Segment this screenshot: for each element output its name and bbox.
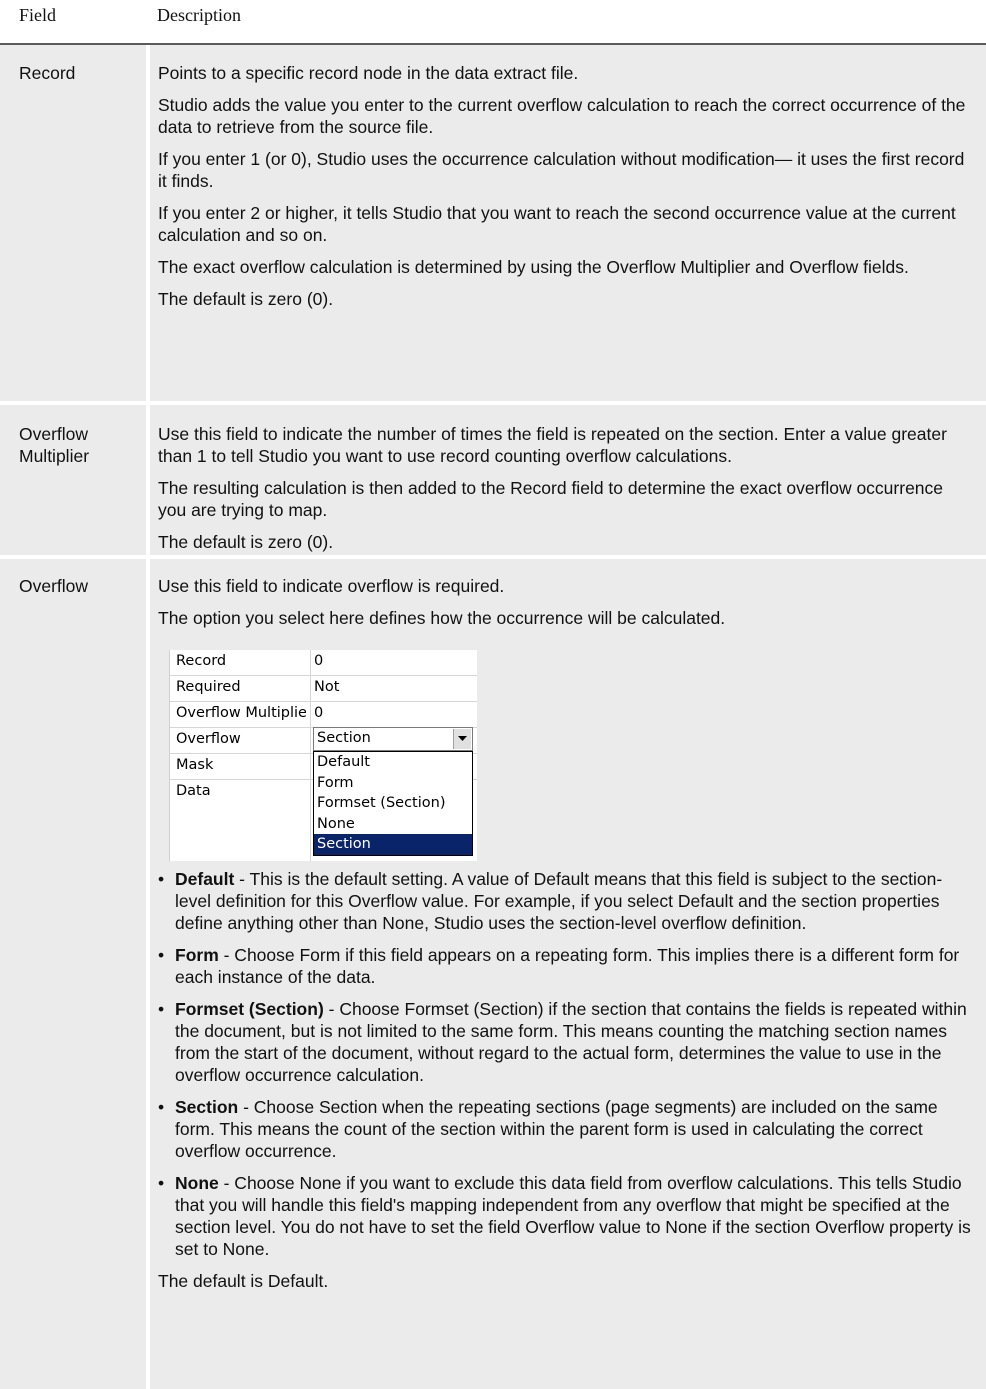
option-term: Default	[175, 869, 235, 889]
property-key: Overflow Multiplier	[176, 705, 306, 721]
option-text: - Choose Form if this field appears on a…	[175, 945, 960, 987]
property-key: Record	[176, 653, 227, 669]
paragraph: The default is zero (0).	[158, 532, 334, 552]
option-term: Form	[175, 945, 219, 965]
bullet-icon: •	[158, 1097, 165, 1117]
property-value: Not	[314, 679, 340, 695]
property-value: 0	[314, 653, 324, 669]
column-divider	[146, 45, 150, 401]
list-item: • None - Choose None if you want to excl…	[158, 1172, 973, 1260]
description-overflow-options: • Default - This is the default setting.…	[158, 868, 973, 1292]
property-key: Required	[176, 679, 241, 695]
option-term: Section	[175, 1097, 239, 1117]
list-item: • Form - Choose Form if this field appea…	[158, 944, 973, 988]
description-overflow-multiplier: Use this field to indicate the number of…	[158, 423, 973, 563]
paragraph: Points to a specific record node in the …	[158, 63, 579, 83]
dropdown-option-none[interactable]: None	[314, 814, 472, 835]
option-term: None	[175, 1173, 219, 1193]
description-record: Points to a specific record node in the …	[158, 62, 973, 320]
overflow-select[interactable]: Section	[313, 727, 473, 751]
column-header-field: Field	[19, 5, 57, 25]
property-key: Data	[176, 783, 211, 799]
overflow-dropdown-list: Default Form Formset (Section) None Sect…	[313, 751, 473, 856]
bullet-icon: •	[158, 999, 165, 1019]
dropdown-option-section[interactable]: Section	[314, 834, 472, 855]
property-key: Overflow	[176, 731, 241, 747]
field-name-overflow-multiplier: Overflow Multiplier	[19, 424, 90, 466]
paragraph: The option you select here defines how t…	[158, 608, 726, 628]
property-row: Overflow Multiplier 0	[170, 702, 477, 728]
field-name-overflow: Overflow	[19, 576, 89, 596]
dropdown-option-formset-section[interactable]: Formset (Section)	[314, 793, 472, 814]
dropdown-option-form[interactable]: Form	[314, 773, 472, 794]
bullet-icon: •	[158, 869, 165, 889]
list-item: • Default - This is the default setting.…	[158, 868, 973, 934]
paragraph: The default is Default.	[158, 1271, 329, 1291]
options-list: • Default - This is the default setting.…	[158, 868, 973, 1260]
option-text: - Choose Section when the repeating sect…	[175, 1097, 938, 1161]
description-overflow-intro: Use this field to indicate overflow is r…	[158, 575, 973, 639]
paragraph: Studio adds the value you enter to the c…	[158, 95, 966, 137]
column-divider	[146, 559, 150, 1389]
option-text: - Choose None if you want to exclude thi…	[175, 1173, 971, 1259]
list-item: • Section - Choose Section when the repe…	[158, 1096, 973, 1162]
paragraph: If you enter 1 (or 0), Studio uses the o…	[158, 149, 965, 191]
option-term: Formset (Section)	[175, 999, 324, 1019]
dropdown-option-default[interactable]: Default	[314, 752, 472, 773]
property-value: 0	[314, 705, 324, 721]
property-grid-screenshot: Record 0 Required Not Overflow Multiplie…	[169, 650, 477, 861]
overflow-select-value: Section	[317, 730, 371, 746]
option-text: - This is the default setting. A value o…	[175, 869, 943, 933]
property-key: Mask	[176, 757, 214, 773]
paragraph: Use this field to indicate the number of…	[158, 424, 947, 466]
property-row: Required Not	[170, 676, 477, 702]
property-row: Record 0	[170, 650, 477, 676]
paragraph: The default is zero (0).	[158, 289, 334, 309]
paragraph: Use this field to indicate overflow is r…	[158, 576, 505, 596]
bullet-icon: •	[158, 945, 165, 965]
column-divider	[146, 405, 150, 555]
column-header-description: Description	[157, 5, 241, 25]
chevron-down-icon	[458, 736, 467, 741]
paragraph: The exact overflow calculation is determ…	[158, 257, 909, 277]
paragraph: The resulting calculation is then added …	[158, 478, 944, 520]
dropdown-button[interactable]	[453, 729, 471, 749]
field-name-record: Record	[19, 63, 76, 83]
paragraph: If you enter 2 or higher, it tells Studi…	[158, 203, 956, 245]
list-item: • Formset (Section) - Choose Formset (Se…	[158, 998, 973, 1086]
table-header: Field Description	[0, 0, 986, 44]
bullet-icon: •	[158, 1173, 165, 1193]
